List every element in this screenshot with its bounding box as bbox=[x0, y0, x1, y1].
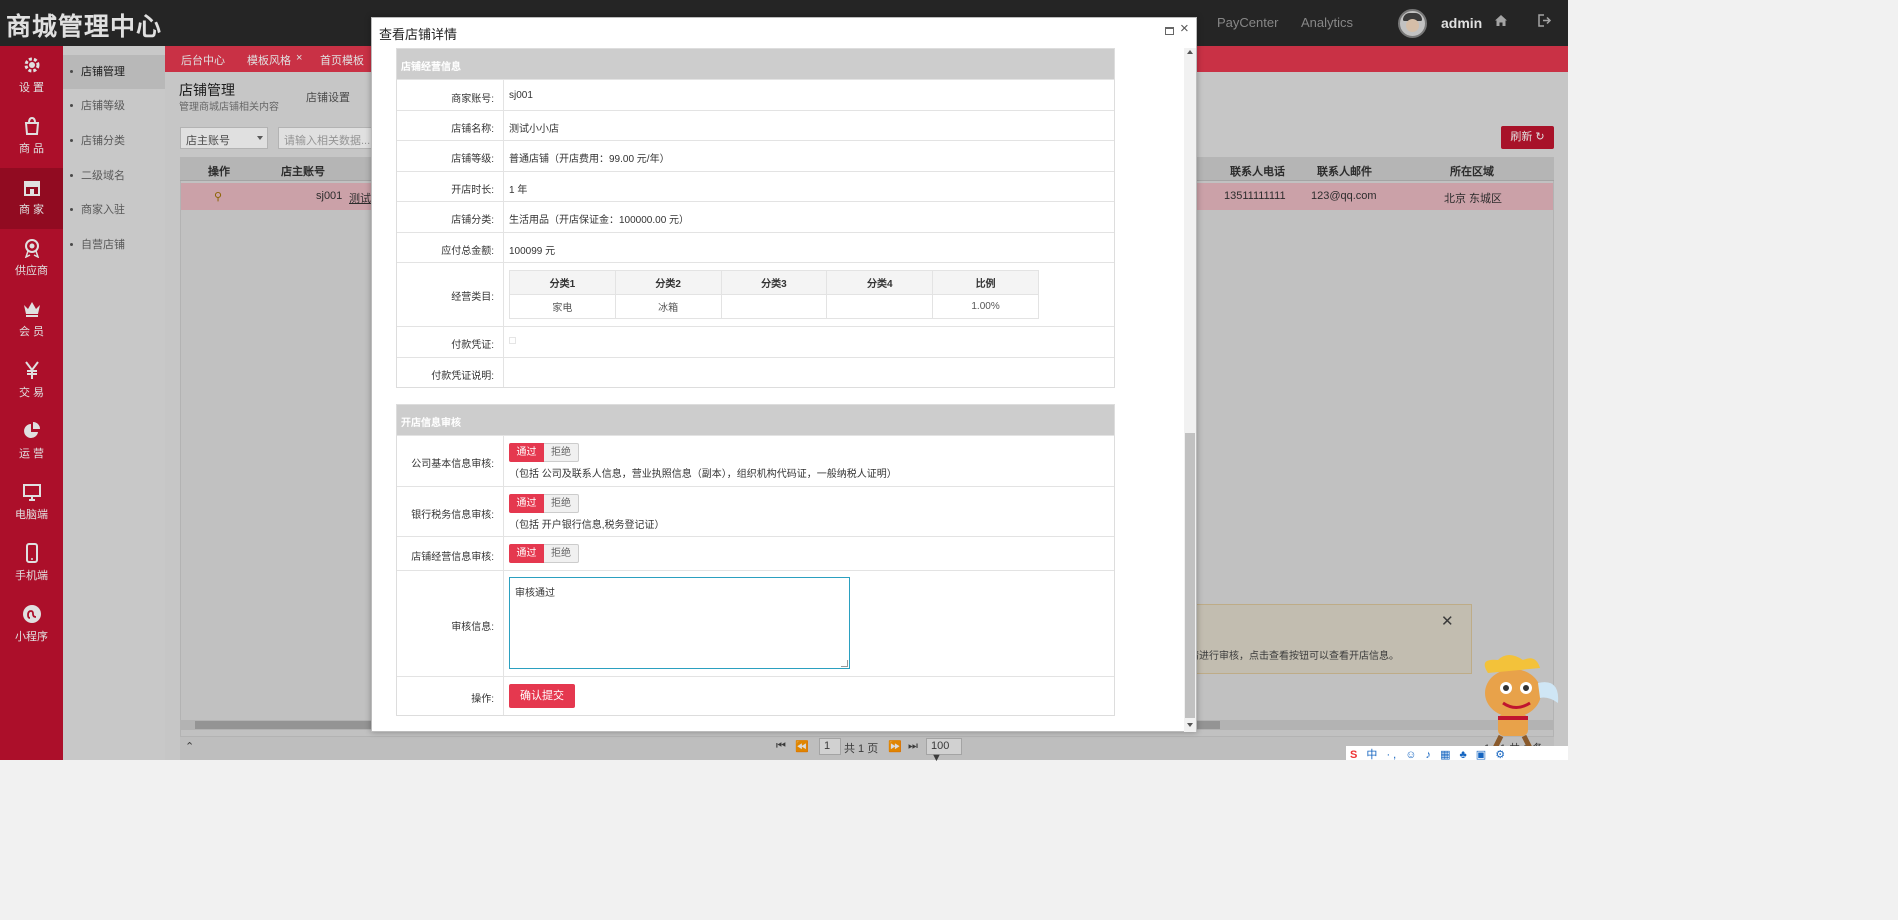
ime-toolbar[interactable]: S 中 ·, ☺ ♪ ▦ ♣ ▣ ⚙ bbox=[1346, 746, 1568, 761]
bank-review-toggle[interactable]: 通过 拒绝 bbox=[509, 494, 579, 513]
field-duration: 开店时长: 1 年 bbox=[397, 171, 1114, 201]
payment-proof-image[interactable] bbox=[509, 337, 516, 344]
table-row: 家电 冰箱 1.00% bbox=[509, 294, 1039, 319]
company-review-hint: （包括 公司及联系人信息，营业执照信息（副本），组织机构代码证，一般纳税人证明） bbox=[509, 469, 897, 480]
reject-button[interactable]: 拒绝 bbox=[544, 544, 579, 563]
pass-button[interactable]: 通过 bbox=[509, 544, 544, 563]
modal-body: 店铺经营信息 商家账号: sj001 店铺名称: 测试小小店 店铺等级: 普通店… bbox=[372, 48, 1184, 732]
business-info-section: 店铺经营信息 商家账号: sj001 店铺名称: 测试小小店 店铺等级: 普通店… bbox=[396, 48, 1115, 388]
review-info-textarea[interactable]: 审核通过 bbox=[509, 577, 850, 669]
store-detail-modal: 查看店铺详情 × 店铺经营信息 商家账号: sj001 店铺名称: 测试小小店 … bbox=[371, 17, 1197, 732]
field-business-category: 经营类目: 分类1 分类2 分类3 分类4 比例 家电 冰箱 1.00% bbox=[397, 262, 1114, 326]
business-review-toggle[interactable]: 通过 拒绝 bbox=[509, 544, 579, 563]
action-row: 操作: 确认提交 bbox=[397, 676, 1114, 715]
field-payment-proof: 付款凭证: bbox=[397, 326, 1114, 357]
field-merchant-account: 商家账号: sj001 bbox=[397, 79, 1114, 110]
confirm-submit-button[interactable]: 确认提交 bbox=[509, 684, 575, 708]
reject-button[interactable]: 拒绝 bbox=[544, 443, 579, 462]
mascot-icon bbox=[1484, 655, 1559, 750]
field-payment-proof-note: 付款凭证说明: bbox=[397, 357, 1114, 387]
category-table: 分类1 分类2 分类3 分类4 比例 家电 冰箱 1.00% bbox=[509, 270, 1039, 319]
field-total-amount: 应付总金额: 100099 元 bbox=[397, 232, 1114, 262]
business-section-title: 店铺经营信息 bbox=[397, 49, 1114, 79]
bank-review-hint: （包括 开户银行信息,税务登记证） bbox=[509, 520, 665, 531]
review-section-title: 开店信息审核 bbox=[397, 405, 1114, 435]
modal-title: 查看店铺详情 bbox=[379, 27, 458, 42]
field-store-category: 店铺分类: 生活用品（开店保证金：100000.00 元） bbox=[397, 201, 1114, 232]
close-icon[interactable]: × bbox=[1180, 20, 1189, 37]
pass-button[interactable]: 通过 bbox=[509, 494, 544, 513]
maximize-icon[interactable] bbox=[1165, 27, 1174, 35]
review-section: 开店信息审核 公司基本信息审核: 通过 拒绝 （包括 公司及联系人信息，营业执照… bbox=[396, 404, 1115, 716]
field-store-name: 店铺名称: 测试小小店 bbox=[397, 110, 1114, 140]
review-bank-tax: 银行税务信息审核: 通过 拒绝 （包括 开户银行信息,税务登记证） bbox=[397, 486, 1114, 536]
pass-button[interactable]: 通过 bbox=[509, 443, 544, 462]
company-review-toggle[interactable]: 通过 拒绝 bbox=[509, 443, 579, 462]
reject-button[interactable]: 拒绝 bbox=[544, 494, 579, 513]
review-company-info: 公司基本信息审核: 通过 拒绝 （包括 公司及联系人信息，营业执照信息（副本），… bbox=[397, 435, 1114, 486]
field-store-level: 店铺等级: 普通店铺（开店费用：99.00 元/年） bbox=[397, 140, 1114, 171]
modal-scrollbar[interactable] bbox=[1184, 48, 1196, 732]
review-info-row: 审核信息: 审核通过 bbox=[397, 570, 1114, 676]
review-store-business: 店铺经营信息审核: 通过 拒绝 bbox=[397, 536, 1114, 570]
